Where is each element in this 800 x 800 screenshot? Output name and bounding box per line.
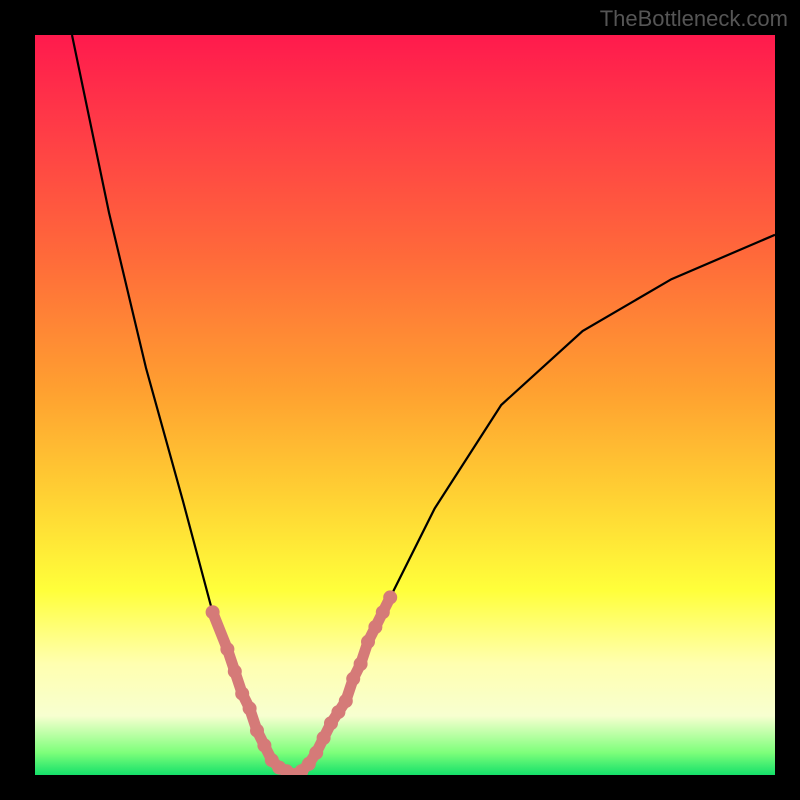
highlight-bead xyxy=(361,635,375,649)
highlight-bead xyxy=(257,738,271,752)
highlight-bead xyxy=(383,590,397,604)
highlight-bead xyxy=(243,701,257,715)
highlight-bead xyxy=(368,620,382,634)
highlight-bead xyxy=(235,687,249,701)
highlight-bead xyxy=(250,724,264,738)
highlight-bead xyxy=(309,746,323,760)
curve-layer xyxy=(72,35,775,775)
highlight-bead xyxy=(206,605,220,619)
chart-container: TheBottleneck.com xyxy=(0,0,800,800)
highlight-bead xyxy=(354,657,368,671)
highlight-bead xyxy=(228,664,242,678)
watermark-text: TheBottleneck.com xyxy=(600,6,788,32)
chart-svg xyxy=(35,35,775,775)
highlight-bead xyxy=(317,731,331,745)
highlight-bead xyxy=(220,642,234,656)
highlight-right xyxy=(294,590,397,775)
highlight-bead xyxy=(376,605,390,619)
highlight-left xyxy=(206,605,301,775)
highlight-bead xyxy=(339,694,353,708)
highlight-bead xyxy=(346,672,360,686)
left-curve xyxy=(72,35,294,775)
right-curve xyxy=(294,235,775,775)
